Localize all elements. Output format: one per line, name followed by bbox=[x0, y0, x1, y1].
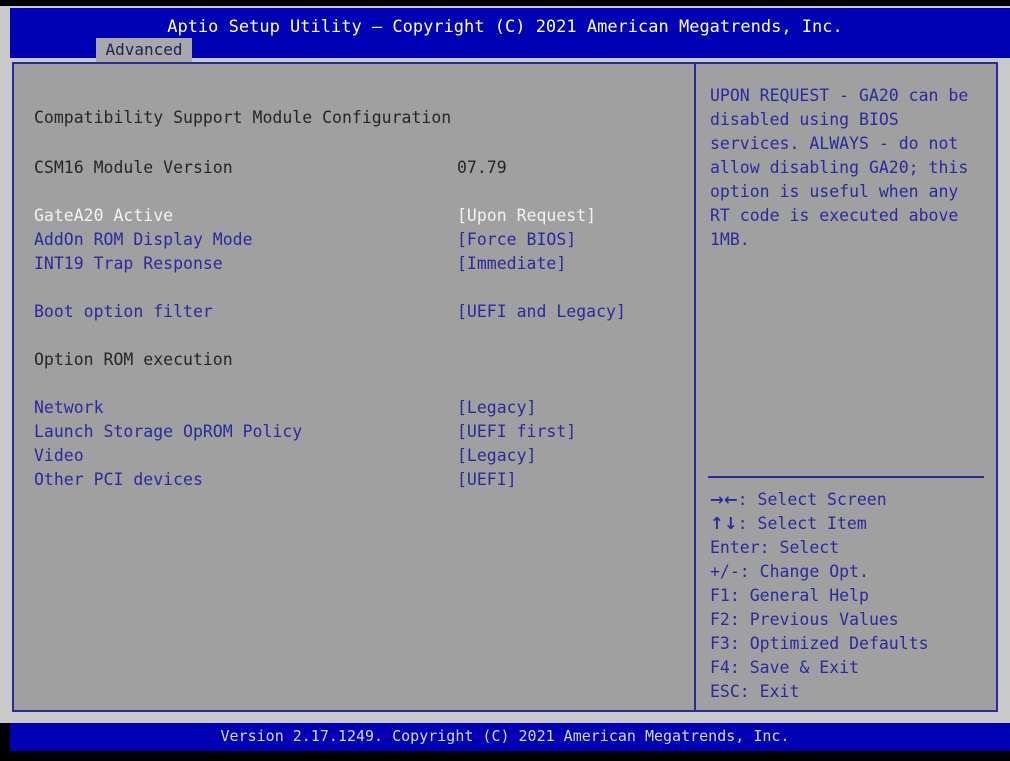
key-legend-text: F2: Previous Values bbox=[710, 610, 899, 629]
setting-label: INT19 Trap Response bbox=[34, 254, 223, 273]
setting-row: CSM16 Module Version 07.79 bbox=[14, 156, 686, 180]
key-legend-text: F4: Save & Exit bbox=[710, 658, 860, 677]
key-legend-line: F4: Save & Exit bbox=[710, 656, 990, 680]
setting-value: 07.79 bbox=[457, 158, 507, 177]
window-title: Aptio Setup Utility – Copyright (C) 2021… bbox=[167, 17, 843, 37]
setting-value[interactable]: [Legacy] bbox=[457, 396, 536, 420]
setting-value[interactable]: [UEFI first] bbox=[457, 420, 576, 444]
setting-row[interactable]: Network [Legacy] bbox=[14, 396, 686, 420]
setting-row[interactable]: GateA20 Active [Upon Request] bbox=[14, 204, 686, 228]
settings-list: Compatibility Support Module Configurati… bbox=[14, 64, 694, 710]
setting-row[interactable]: Other PCI devices [UEFI] bbox=[14, 468, 686, 492]
arrow-keys-icon: →← bbox=[710, 490, 738, 509]
key-legend-line: Enter: Select bbox=[710, 536, 990, 560]
setting-label: CSM16 Module Version bbox=[34, 158, 233, 177]
bottom-black-strip bbox=[0, 751, 1010, 761]
key-legend-line: ↑↓: Select Item bbox=[710, 512, 990, 536]
key-legend-text: ESC: Exit bbox=[710, 682, 800, 701]
setting-label: Other PCI devices bbox=[34, 470, 203, 489]
key-legend-text: : Select Screen bbox=[737, 490, 887, 509]
key-legend-text: F1: General Help bbox=[710, 586, 869, 605]
setting-label: Launch Storage OpROM Policy bbox=[34, 422, 303, 441]
footer-bar: Version 2.17.1249. Copyright (C) 2021 Am… bbox=[10, 723, 1010, 751]
tab-advanced[interactable]: Advanced bbox=[96, 38, 192, 62]
key-legend-line: F1: General Help bbox=[710, 584, 990, 608]
setting-value[interactable]: [Upon Request] bbox=[457, 204, 596, 228]
bios-setup-screen: Aptio Setup Utility – Copyright (C) 2021… bbox=[0, 0, 1010, 761]
setting-label: Boot option filter bbox=[34, 302, 213, 321]
key-legend-text: Enter: Select bbox=[710, 538, 840, 557]
key-legend-line: F3: Optimized Defaults bbox=[710, 632, 990, 656]
setting-row[interactable]: INT19 Trap Response [Immediate] bbox=[14, 252, 686, 276]
key-legend-line: ESC: Exit bbox=[710, 680, 990, 704]
setting-label: Option ROM execution bbox=[34, 350, 233, 369]
setting-row[interactable]: Launch Storage OpROM Policy [UEFI first] bbox=[14, 420, 686, 444]
help-horizontal-divider bbox=[708, 476, 984, 478]
setting-value[interactable]: [UEFI and Legacy] bbox=[457, 300, 626, 324]
key-legend-line: +/-: Change Opt. bbox=[710, 560, 990, 584]
page-title-label: Compatibility Support Module Configurati… bbox=[34, 108, 452, 127]
setting-value[interactable]: [Legacy] bbox=[457, 444, 536, 468]
setting-label: Video bbox=[34, 446, 84, 465]
setting-row[interactable]: Boot option filter [UEFI and Legacy] bbox=[14, 300, 686, 324]
setting-label: Network bbox=[34, 398, 104, 417]
help-panel: UPON REQUEST - GA20 can be disabled usin… bbox=[696, 64, 996, 710]
main-panel: Compatibility Support Module Configurati… bbox=[12, 62, 998, 712]
footer-version-text: Version 2.17.1249. Copyright (C) 2021 Am… bbox=[220, 727, 790, 745]
setting-row[interactable]: Video [Legacy] bbox=[14, 444, 686, 468]
setting-row: Option ROM execution bbox=[14, 348, 686, 372]
setting-label: AddOn ROM Display Mode bbox=[34, 230, 253, 249]
key-legend: →←: Select Screen ↑↓: Select Item Enter: S… bbox=[710, 488, 990, 704]
key-legend-line: →←: Select Screen bbox=[710, 488, 990, 512]
setting-value[interactable]: [UEFI] bbox=[457, 468, 517, 492]
key-legend-text: : Select Item bbox=[737, 514, 867, 533]
setting-row[interactable]: AddOn ROM Display Mode [Force BIOS] bbox=[14, 228, 686, 252]
page-title: Compatibility Support Module Configurati… bbox=[14, 82, 686, 127]
setting-value[interactable]: [Force BIOS] bbox=[457, 228, 576, 252]
key-legend-line: F2: Previous Values bbox=[710, 608, 990, 632]
setting-value[interactable]: [Immediate] bbox=[457, 252, 566, 276]
key-legend-text: F3: Optimized Defaults bbox=[710, 634, 929, 653]
arrow-keys-icon: ↑↓ bbox=[710, 514, 738, 533]
key-legend-text: +/-: Change Opt. bbox=[710, 562, 869, 581]
help-text: UPON REQUEST - GA20 can be disabled usin… bbox=[710, 86, 969, 249]
setting-label: GateA20 Active bbox=[34, 206, 174, 225]
